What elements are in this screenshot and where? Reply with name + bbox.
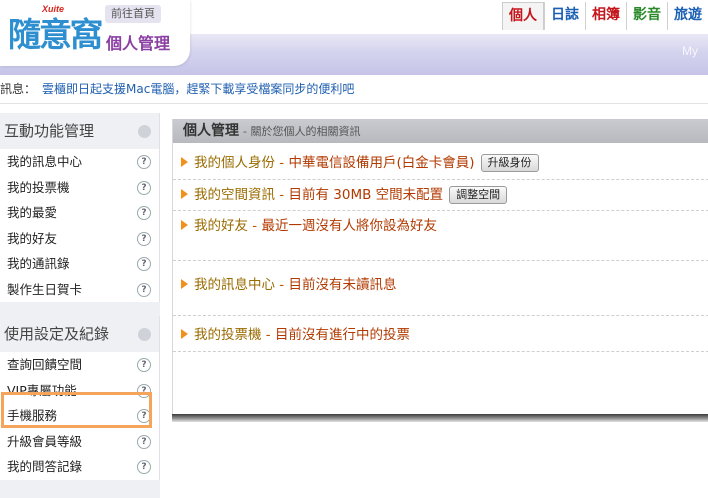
sidebar-item-label: 我的問答記錄 — [7, 459, 83, 474]
row-separator: - — [261, 327, 275, 343]
sidebar-item-label: 查詢回饋空間 — [7, 357, 83, 372]
collapse-dot-icon[interactable] — [138, 125, 151, 138]
adjust-space-button[interactable]: 調整空間 — [449, 186, 508, 204]
sidebar-item-qa-records[interactable]: 我的問答記錄? — [0, 454, 159, 480]
row-message-center: 我的訊息中心 - 目前沒有未讀訊息 — [173, 261, 708, 316]
divider — [0, 103, 708, 104]
help-icon[interactable]: ? — [137, 409, 151, 423]
section-subtitle: 個人管理 — [106, 34, 171, 53]
tab-diary[interactable]: 日誌 — [544, 2, 585, 30]
triangle-bullet-icon — [181, 329, 188, 339]
message-link[interactable]: 雲櫃即日起支援Mac電腦，趕緊下載享受檔案同步的便利吧 — [42, 82, 354, 96]
tab-personal[interactable]: 個人 — [502, 2, 544, 30]
row-friends: 我的好友 - 最近一週沒有人將你設為好友 — [173, 211, 708, 261]
row-value: 目前沒有進行中的投票 — [274, 327, 410, 343]
sidebar-item-label: 我的訊息中心 — [7, 154, 83, 169]
top-nav: 個人 日誌 相簿 影音 旅遊 — [502, 2, 708, 30]
sidebar-item-vip[interactable]: VIP專屬功能? — [0, 377, 159, 403]
sidebar-item-birthday-card[interactable]: 製作生日賀卡? — [0, 276, 159, 302]
help-icon[interactable]: ? — [137, 180, 151, 195]
help-icon[interactable]: ? — [137, 206, 151, 220]
main-panel: 個人管理 - 關於您個人的相關資訊 我的個人身份 - 中華電信設備用戶(白金卡會員… — [172, 119, 708, 415]
row-identity: 我的個人身份 - 中華電信設備用戶(白金卡會員) 升級身份 — [173, 143, 708, 180]
row-title[interactable]: 我的個人身份 — [194, 155, 275, 171]
sidebar-section-title-text: 使用設定及紀錄 — [4, 325, 110, 343]
help-icon[interactable]: ? — [137, 282, 151, 297]
sidebar-item-label: 我的投票機 — [7, 179, 70, 195]
row-title[interactable]: 我的好友 — [194, 218, 248, 234]
sidebar-item-label: 我的通訊錄 — [7, 256, 70, 271]
site-header: My Xuite 隨意窩 前往首頁 個人管理 個人 日誌 相簿 影音 旅遊 — [0, 0, 708, 75]
sidebar-section-title: 使用設定及紀錄 — [0, 316, 159, 352]
row-value: 最近一週沒有人將你設為好友 — [261, 218, 437, 234]
help-icon[interactable]: ? — [137, 231, 151, 246]
row-voting: 我的投票機 - 目前沒有進行中的投票 — [173, 316, 708, 352]
triangle-bullet-icon — [181, 279, 188, 289]
panel-shadow — [172, 414, 708, 422]
message-bar: 訊息： 雲櫃即日起支援Mac電腦，趕緊下載享受檔案同步的便利吧 — [0, 78, 708, 100]
sidebar-item-label: 我的最愛 — [7, 205, 58, 220]
home-link[interactable]: 前往首頁 — [105, 5, 161, 23]
sidebar-item-label: 手機服務 — [7, 408, 58, 423]
sidebar-item-mobile[interactable]: 手機服務? — [0, 403, 159, 429]
sidebar-item-label: 升級會員等級 — [7, 433, 83, 449]
row-value: 中華電信設備用戶(白金卡會員) — [288, 155, 475, 171]
sidebar: 互動功能管理 我的訊息中心? 我的投票機? 我的最愛? 我的好友? 我的通訊錄?… — [0, 113, 160, 498]
message-label: 訊息： — [0, 82, 37, 96]
brand-mark: Xuite — [42, 4, 65, 14]
row-separator: - — [275, 187, 289, 203]
sidebar-item-contacts[interactable]: 我的通訊錄? — [0, 251, 159, 277]
row-space: 我的空間資訊 - 目前有 30MB 空間未配置 調整空間 — [173, 180, 708, 211]
row-separator: - — [248, 218, 262, 234]
upgrade-identity-button[interactable]: 升級身份 — [480, 154, 539, 172]
help-icon[interactable]: ? — [137, 383, 151, 398]
help-icon[interactable]: ? — [137, 434, 151, 449]
help-icon[interactable]: ? — [137, 460, 151, 474]
logo-area[interactable]: Xuite 隨意窩 前往首頁 個人管理 — [0, 0, 190, 66]
sidebar-section-interactive: 互動功能管理 我的訊息中心? 我的投票機? 我的最愛? 我的好友? 我的通訊錄?… — [0, 113, 160, 302]
row-title[interactable]: 我的訊息中心 — [194, 277, 275, 293]
row-separator: - — [275, 277, 289, 293]
help-icon[interactable]: ? — [137, 257, 151, 271]
sidebar-item-label: 我的好友 — [7, 230, 58, 246]
tab-media[interactable]: 影音 — [626, 2, 667, 30]
sidebar-item-voting[interactable]: 我的投票機? — [0, 174, 159, 200]
help-icon[interactable]: ? — [137, 358, 151, 372]
sidebar-item-label: VIP專屬功能 — [7, 382, 77, 398]
row-value: 目前有 30MB 空間未配置 — [288, 187, 444, 203]
tab-album[interactable]: 相簿 — [585, 2, 626, 30]
triangle-bullet-icon — [181, 189, 188, 199]
sidebar-section-title-text: 互動功能管理 — [4, 122, 95, 140]
help-icon[interactable]: ? — [137, 155, 151, 169]
sidebar-item-label: 製作生日賀卡 — [7, 281, 83, 297]
sidebar-section-title: 互動功能管理 — [0, 113, 159, 149]
row-title[interactable]: 我的空間資訊 — [194, 187, 275, 203]
sidebar-section-settings: 使用設定及紀錄 查詢回饋空間? VIP專屬功能? 手機服務? 升級會員等級? 我… — [0, 316, 160, 480]
sidebar-item-message-center[interactable]: 我的訊息中心? — [0, 149, 159, 175]
collapse-dot-icon[interactable] — [138, 328, 151, 341]
triangle-bullet-icon — [181, 157, 188, 167]
row-value: 目前沒有未讀訊息 — [288, 277, 397, 293]
sidebar-item-feedback-space[interactable]: 查詢回饋空間? — [0, 352, 159, 378]
site-logo[interactable]: 隨意窩 — [8, 16, 103, 54]
sidebar-item-friends[interactable]: 我的好友? — [0, 225, 159, 251]
panel-subtitle: - 關於您個人的相關資訊 — [243, 125, 361, 138]
sidebar-item-favorites[interactable]: 我的最愛? — [0, 200, 159, 226]
banner-watermark: My — [682, 44, 698, 58]
triangle-bullet-icon — [181, 220, 188, 230]
panel-title: 個人管理 — [183, 123, 239, 139]
row-separator: - — [275, 155, 289, 171]
panel-header: 個人管理 - 關於您個人的相關資訊 — [173, 119, 708, 143]
tab-travel[interactable]: 旅遊 — [667, 2, 708, 30]
row-title[interactable]: 我的投票機 — [194, 327, 262, 343]
sidebar-item-upgrade[interactable]: 升級會員等級? — [0, 428, 159, 454]
